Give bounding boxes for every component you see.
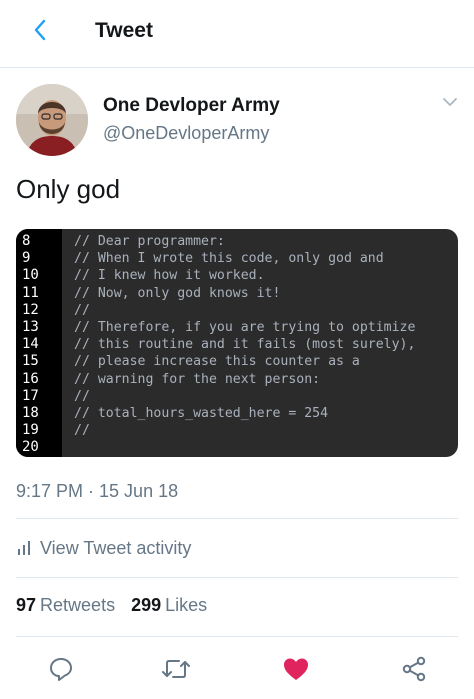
chevron-left-icon (34, 19, 46, 41)
divider (16, 636, 458, 637)
code-comment: // When I wrote this code, only god and (74, 251, 384, 267)
code-comment: // warning for the next person: (74, 371, 321, 387)
code-comment: // I knew how it worked. (74, 268, 265, 284)
line-number: 13 (22, 318, 39, 335)
like-button[interactable] (279, 652, 313, 686)
likes-stat[interactable]: 299 Likes (131, 595, 207, 616)
share-button[interactable] (397, 652, 431, 686)
code-line: 12 // (16, 302, 458, 319)
divider (16, 577, 458, 578)
tweet-header: One Devloper Army @OneDevloperArmy (0, 80, 474, 160)
line-number: 16 (22, 370, 39, 387)
activity-label: View Tweet activity (40, 537, 192, 558)
tweet-stats: 97 Retweets 299 Likes (16, 595, 223, 616)
avatar[interactable] (16, 84, 88, 156)
reply-icon (50, 658, 72, 681)
tweet-timestamp: 9:17 PM · 15 Jun 18 (16, 481, 179, 501)
code-comment: // total_hours_wasted_here = 254 (74, 405, 329, 421)
reply-button[interactable] (44, 652, 78, 686)
code-line: 19 // (16, 422, 458, 439)
code-line: 14 // this routine and it fails (most sur… (16, 336, 458, 353)
analytics-bars-icon (18, 541, 30, 555)
code-line: 17 // (16, 388, 458, 405)
code-line: 11 // Now, only god knows it! (16, 285, 458, 302)
avatar-image (16, 84, 88, 156)
view-activity-link[interactable]: View Tweet activity (16, 535, 191, 561)
author-handle[interactable]: @OneDevloperArmy (103, 123, 269, 144)
line-number: 19 (22, 422, 39, 439)
retweets-count: 97 (16, 595, 37, 615)
code-line: 15 // please increase this counter as a (16, 353, 458, 370)
tweet-actions (0, 652, 474, 686)
line-number: 9 (22, 250, 31, 267)
line-number: 18 (22, 404, 39, 421)
chevron-down-icon (443, 98, 457, 106)
tweet-image[interactable]: 8 // Dear programmer: 9 // When I wrote thi… (16, 229, 458, 457)
code-line: 18 // total_hours_wasted_here = 254 (16, 405, 458, 422)
code-comment: // (74, 388, 90, 404)
likes-label: Likes (165, 595, 208, 615)
retweets-stat[interactable]: 97 Retweets (16, 595, 115, 616)
line-number: 11 (22, 284, 39, 301)
line-number: 8 (22, 233, 31, 249)
top-bar: Tweet (0, 0, 474, 68)
share-icon (402, 656, 426, 682)
code-line: 8 // Dear programmer: (16, 233, 458, 250)
divider (16, 518, 458, 519)
author-name[interactable]: One Devloper Army (103, 95, 280, 117)
code-line: 16 // warning for the next person: (16, 371, 458, 388)
code-block: 8 // Dear programmer: 9 // When I wrote thi… (16, 233, 458, 456)
code-comment: // Dear programmer: (74, 234, 225, 249)
page-title: Tweet (95, 19, 153, 42)
line-number: 15 (22, 353, 39, 370)
line-number: 14 (22, 336, 39, 353)
tweet-menu-button[interactable] (440, 92, 460, 112)
code-comment: // Now, only god knows it! (74, 285, 281, 301)
line-number: 12 (22, 301, 39, 318)
retweets-label: Retweets (40, 595, 116, 615)
code-line: 13 // Therefore, if you are trying to opt… (16, 319, 458, 336)
code-comment: // (74, 423, 90, 439)
back-button[interactable] (24, 14, 56, 46)
code-comment: // this routine and it fails (most surel… (74, 337, 416, 353)
heart-icon (284, 658, 308, 680)
code-line: 20 (16, 439, 458, 456)
retweet-button[interactable] (159, 652, 193, 686)
line-number: 20 (22, 439, 39, 456)
tweet-text: Only god (16, 174, 121, 204)
code-comment: // Therefore, if you are trying to optim… (74, 319, 416, 335)
retweet-icon (162, 660, 190, 678)
code-comment: // (74, 302, 90, 318)
code-line: 10 // I knew how it worked. (16, 267, 458, 284)
code-comment: // please increase this counter as a (74, 354, 360, 370)
code-line: 9 // When I wrote this code, only god and (16, 250, 458, 267)
line-number: 17 (22, 387, 39, 404)
likes-count: 299 (131, 595, 162, 615)
line-number: 10 (22, 267, 39, 284)
